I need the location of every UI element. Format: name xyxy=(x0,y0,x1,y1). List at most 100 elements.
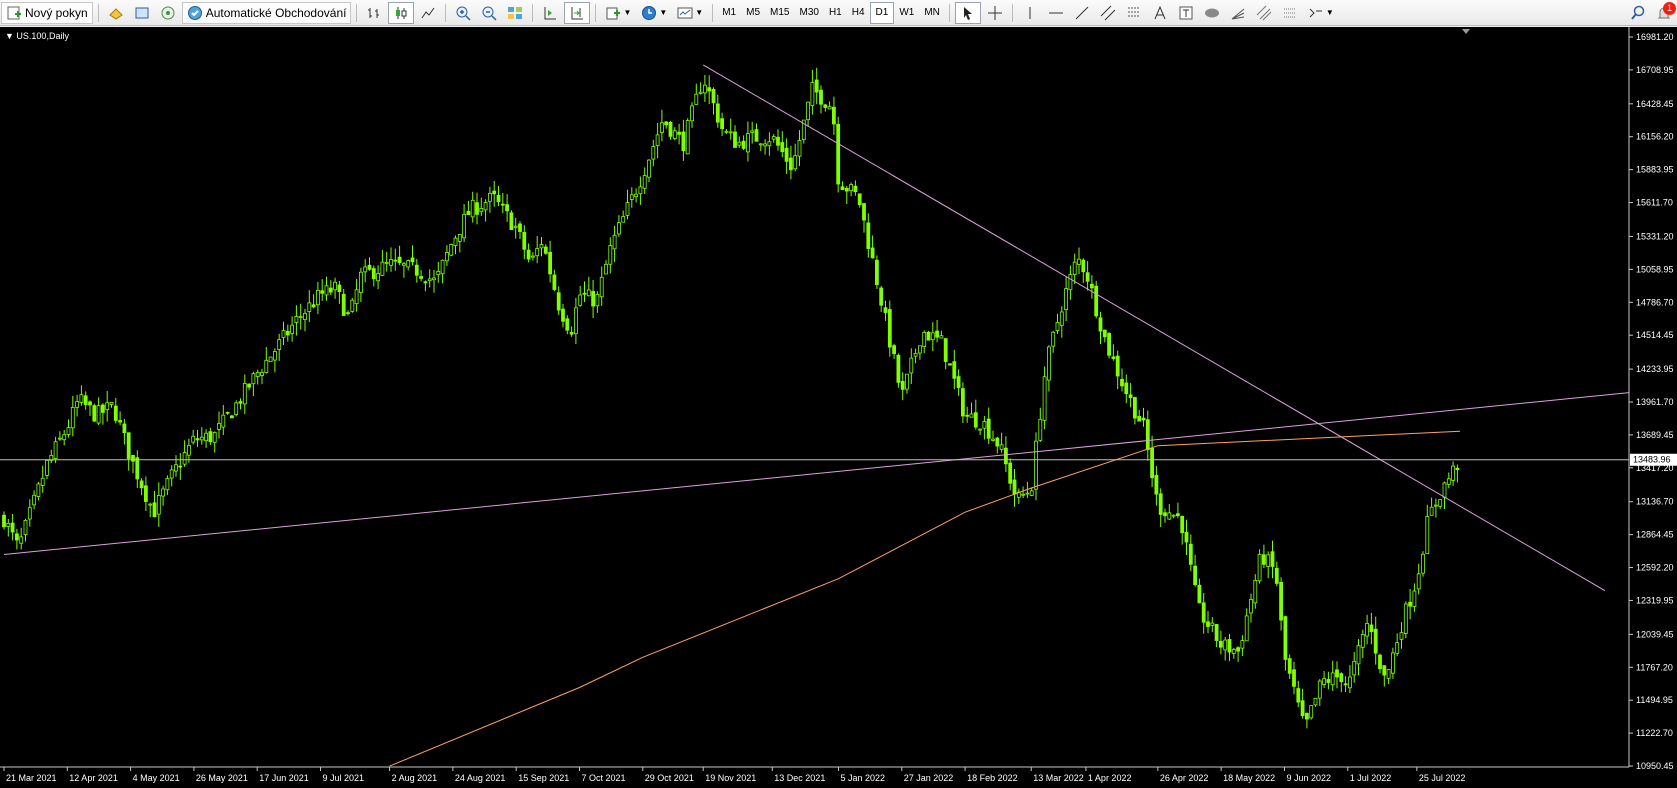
candle-body xyxy=(608,245,613,265)
candle-body xyxy=(1167,512,1172,520)
time-tick-label: 13 Dec 2021 xyxy=(774,773,825,783)
cursor-button[interactable] xyxy=(954,1,981,24)
timeframe-d1[interactable]: D1 xyxy=(869,1,895,24)
candle-body xyxy=(1120,378,1124,387)
candle-body xyxy=(995,437,1000,447)
price-tick-label: 10950.45 xyxy=(1636,761,1674,771)
candle-body xyxy=(277,339,282,350)
candle-body xyxy=(1391,652,1395,674)
time-tick-label: 18 May 2022 xyxy=(1223,773,1275,783)
candle-body xyxy=(380,261,385,276)
candle-body xyxy=(143,485,148,502)
candle-body xyxy=(926,331,931,341)
candle-body xyxy=(552,274,557,290)
candle-body xyxy=(522,231,527,250)
candle-body xyxy=(341,293,346,316)
text-button[interactable] xyxy=(1148,2,1172,24)
candle-body xyxy=(1412,590,1417,607)
candle-body xyxy=(806,101,810,121)
candle-body xyxy=(1004,447,1008,465)
candle-body xyxy=(853,185,858,193)
search-button[interactable] xyxy=(1626,2,1650,24)
candle-body xyxy=(741,140,746,149)
candlestick-button[interactable] xyxy=(388,1,415,24)
candle-body xyxy=(1386,669,1391,679)
candle-body xyxy=(1128,394,1133,399)
candle-body xyxy=(1124,382,1129,395)
chart-window[interactable]: 16981.20 16708.95 16428.45 16156.20 15883.95… xyxy=(0,27,1677,788)
candle-body xyxy=(169,469,174,479)
timeframe-m5[interactable]: M5 xyxy=(741,3,765,23)
candle-body xyxy=(260,372,264,376)
candle-body xyxy=(307,302,312,313)
candle-body xyxy=(518,223,522,232)
ellipse-button[interactable] xyxy=(1200,2,1224,24)
notification-badge: 1 xyxy=(1663,1,1676,15)
text-label-button[interactable] xyxy=(1174,2,1198,24)
tile-windows-button[interactable] xyxy=(503,2,527,24)
trendline-button[interactable] xyxy=(1070,2,1094,24)
candle-body xyxy=(6,522,11,527)
time-tick-label: 9 Jun 2022 xyxy=(1286,773,1331,783)
notifications-button[interactable]: 1 xyxy=(1652,1,1676,24)
candle-body xyxy=(1025,492,1030,495)
indicators-button[interactable]: ▼ xyxy=(601,2,635,24)
candle-body xyxy=(793,155,798,170)
time-tick-label: 18 Feb 2022 xyxy=(967,773,1018,783)
candle-body xyxy=(406,260,411,268)
candle-body xyxy=(1102,329,1107,338)
candle-body xyxy=(79,394,84,403)
candle-body xyxy=(1274,567,1279,584)
search-icon xyxy=(1631,5,1645,20)
crosshair-button[interactable] xyxy=(983,2,1007,24)
cursor-icon xyxy=(963,6,972,20)
chart-canvas[interactable]: 16981.20 16708.95 16428.45 16156.20 15883.95… xyxy=(0,27,1677,788)
new-order-button[interactable]: Nový pokyn xyxy=(1,1,93,24)
candle-body xyxy=(1068,274,1073,291)
timeframe-mn[interactable]: MN xyxy=(919,3,945,23)
candle-body xyxy=(694,93,699,105)
fibo-fan-button[interactable] xyxy=(1226,2,1250,24)
candle-body xyxy=(1408,601,1412,607)
price-tick-label: 16428.45 xyxy=(1636,99,1674,109)
zoom-in-button[interactable] xyxy=(451,2,475,24)
horizontal-line-button[interactable] xyxy=(1044,2,1068,24)
candle-body xyxy=(720,118,724,130)
bar-chart-icon xyxy=(368,7,380,18)
timeframe-w1[interactable]: W1 xyxy=(894,3,919,23)
periods-button[interactable]: ▼ xyxy=(637,2,671,24)
chart-shift-button[interactable] xyxy=(538,2,562,24)
vertical-line-button[interactable] xyxy=(1018,2,1042,24)
timeframe-h1[interactable]: H1 xyxy=(824,3,847,23)
templates-button[interactable]: ▼ xyxy=(673,2,707,24)
gann-button[interactable] xyxy=(1252,2,1276,24)
timeframe-m1[interactable]: M1 xyxy=(717,3,741,23)
candle-body xyxy=(272,351,277,361)
current-price-label: 13483.96 xyxy=(1633,455,1671,465)
fibonacci-button[interactable] xyxy=(1122,2,1146,24)
candle-body xyxy=(1236,647,1240,652)
bar-chart-button[interactable] xyxy=(362,2,386,24)
timeframe-m15[interactable]: M15 xyxy=(765,3,794,23)
time-tick-label: 2 Aug 2021 xyxy=(392,773,438,783)
signals-button[interactable] xyxy=(156,2,180,24)
arrows-button[interactable] xyxy=(1278,2,1302,24)
candle-body xyxy=(660,122,664,133)
candle-body xyxy=(939,335,944,339)
equidistant-channel-button[interactable] xyxy=(1096,2,1120,24)
zoom-out-button[interactable] xyxy=(477,2,501,24)
timeframe-m30[interactable]: M30 xyxy=(794,3,823,23)
time-tick-label: 7 Oct 2021 xyxy=(581,773,625,783)
history-button[interactable] xyxy=(104,2,128,24)
timeframe-h4[interactable]: H4 xyxy=(847,3,870,23)
candle-body xyxy=(432,277,436,281)
price-tick-label: 12319.95 xyxy=(1636,595,1674,605)
candle-body xyxy=(1012,479,1017,495)
terminal-button[interactable] xyxy=(130,2,154,24)
time-tick-label: 13 Mar 2022 xyxy=(1033,773,1084,783)
auto-trading-button[interactable]: Automatické Obchodování xyxy=(181,1,352,24)
more-objects-button[interactable]: ▼ xyxy=(1304,2,1338,24)
candle-body xyxy=(1429,506,1434,516)
autoscroll-button[interactable] xyxy=(564,1,591,24)
line-chart-button[interactable] xyxy=(416,2,440,24)
